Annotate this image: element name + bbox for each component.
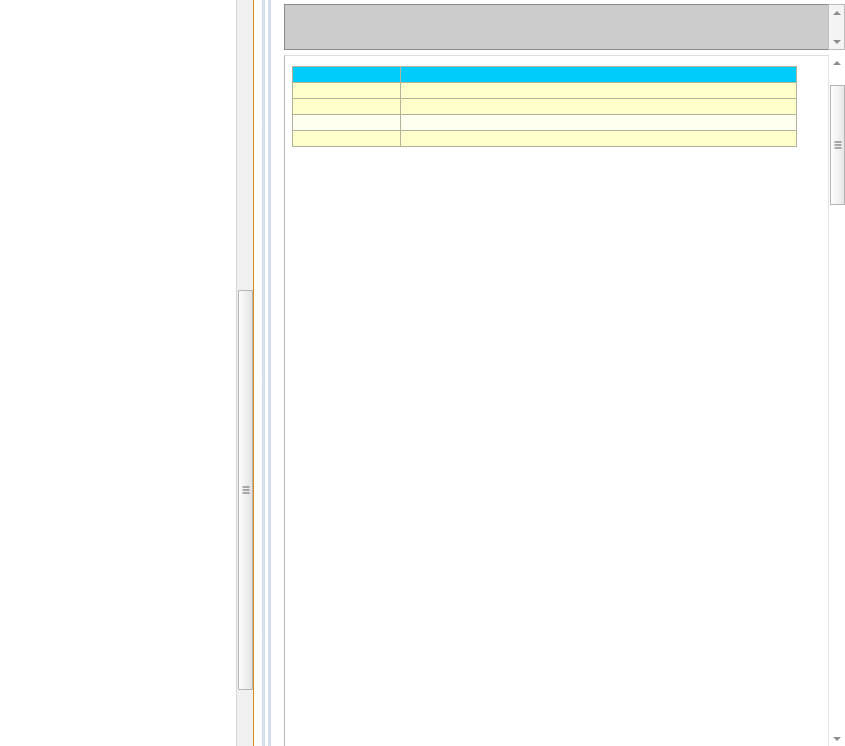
scroll-up-icon[interactable] (829, 5, 844, 20)
table-row-returns (292, 114, 797, 131)
navigation-tree-panel (0, 0, 254, 746)
row-label-notes (292, 130, 401, 147)
doc-scroll-up-icon[interactable] (829, 55, 844, 70)
document-vertical-scrollbar[interactable] (828, 55, 845, 746)
title-pane-scrollbar[interactable] (828, 4, 845, 50)
doc-scrollbar-grip-icon (834, 141, 841, 149)
row-value-syntax (400, 82, 797, 99)
splitter-bar-right (268, 0, 271, 746)
table-row-params (292, 98, 797, 115)
topic-document-pane (284, 55, 845, 746)
scroll-down-icon[interactable] (829, 34, 844, 49)
row-label-returns (292, 114, 401, 131)
content-area (281, 0, 845, 746)
table-row-function (292, 66, 797, 83)
panel-splitter[interactable] (254, 0, 280, 746)
tree-scrollbar-thumb[interactable] (238, 290, 253, 690)
topic-title-pane (284, 4, 845, 50)
row-value-notes (400, 130, 797, 147)
api-reference-table (292, 66, 797, 147)
document-scrollbar-thumb[interactable] (830, 85, 845, 205)
row-value-function (400, 66, 797, 83)
row-value-returns (400, 114, 797, 131)
row-label-syntax (292, 82, 401, 99)
row-value-params (400, 98, 797, 115)
row-label-function (292, 66, 401, 83)
scrollbar-grip-icon (242, 486, 249, 494)
splitter-bar-left (262, 0, 265, 746)
help-viewer-window (0, 0, 845, 746)
doc-scroll-down-icon[interactable] (829, 731, 844, 746)
row-label-params (292, 98, 401, 115)
tree-vertical-scrollbar[interactable] (236, 0, 253, 746)
table-row-syntax (292, 82, 797, 99)
table-row-notes (292, 130, 797, 147)
